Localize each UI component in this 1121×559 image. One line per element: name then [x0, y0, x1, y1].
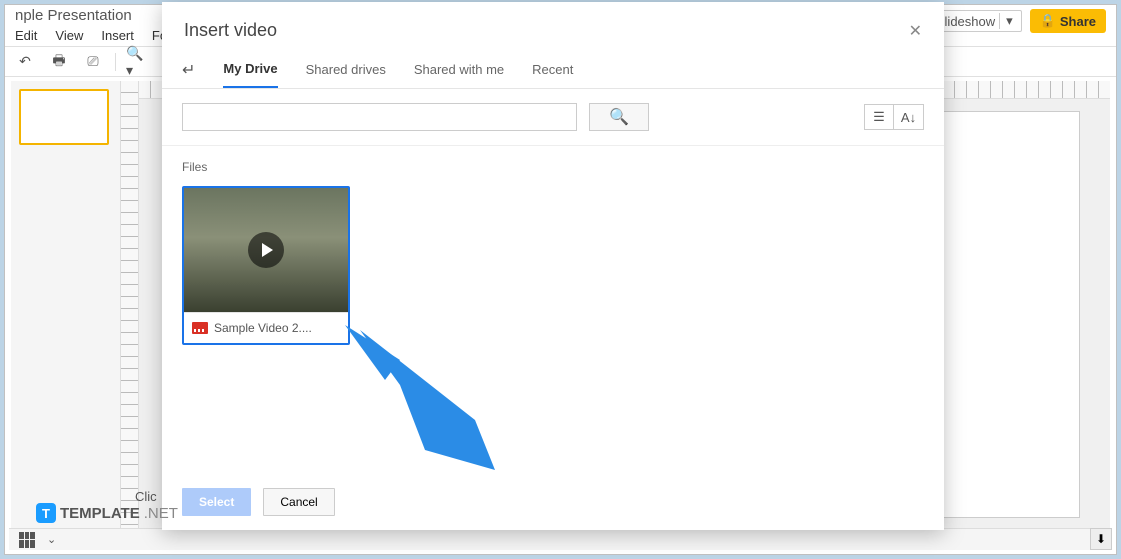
modal-searchbar: 🔍 ☰ A↓	[162, 89, 944, 146]
share-label: Share	[1060, 14, 1096, 29]
chevron-down-icon[interactable]: ⌄	[47, 533, 56, 546]
tab-shared-drives[interactable]: Shared drives	[306, 52, 386, 87]
ruler-vertical	[121, 81, 139, 548]
close-icon[interactable]: ✕	[909, 21, 922, 41]
paint-icon[interactable]: ⎚	[81, 50, 105, 74]
menu-insert[interactable]: Insert	[101, 28, 134, 43]
watermark-brand: TEMPLATE	[60, 505, 140, 522]
view-toggle: ☰ A↓	[864, 104, 924, 130]
watermark: T TEMPLATE.NET	[36, 503, 178, 523]
zoom-icon[interactable]: 🔍 ▾	[126, 50, 150, 74]
slide-panel	[11, 81, 121, 548]
undo-icon[interactable]: ↶	[13, 50, 37, 74]
slideshow-label: Slideshow	[936, 14, 995, 29]
back-arrow-icon[interactable]: ↵	[182, 60, 195, 80]
click-hint: Clic	[135, 489, 157, 504]
watermark-icon: T	[36, 503, 56, 523]
tab-recent[interactable]: Recent	[532, 52, 573, 87]
watermark-net: .NET	[144, 505, 178, 522]
sort-icon[interactable]: A↓	[894, 104, 924, 130]
list-view-icon[interactable]: ☰	[864, 104, 894, 130]
menu-view[interactable]: View	[55, 28, 83, 43]
share-button[interactable]: 🔒 Share	[1030, 9, 1106, 33]
slide-thumbnail[interactable]	[19, 89, 109, 145]
tab-shared-with-me[interactable]: Shared with me	[414, 52, 504, 87]
cancel-button[interactable]: Cancel	[263, 488, 334, 516]
doc-title: nple Presentation	[15, 7, 132, 24]
tab-my-drive[interactable]: My Drive	[223, 51, 277, 88]
separator	[115, 53, 116, 71]
search-icon: 🔍	[609, 107, 629, 127]
file-name: Sample Video 2....	[214, 321, 312, 335]
search-button[interactable]: 🔍	[589, 103, 649, 131]
file-footer: Sample Video 2....	[184, 312, 348, 343]
bottom-bar: ⌄	[9, 528, 1112, 550]
modal-footer: Select Cancel	[162, 473, 944, 530]
select-button[interactable]: Select	[182, 488, 251, 516]
modal-tabs: ↵ My Drive Shared drives Shared with me …	[162, 51, 944, 89]
print-icon[interactable]: 🖶	[47, 50, 71, 74]
file-thumbnail	[184, 188, 348, 312]
video-file-icon	[192, 322, 208, 334]
modal-title-text: Insert video	[184, 20, 277, 41]
insert-video-modal: Insert video ✕ ↵ My Drive Shared drives …	[162, 2, 944, 530]
files-heading: Files	[182, 160, 924, 174]
menu-edit[interactable]: Edit	[15, 28, 37, 43]
play-icon	[248, 232, 284, 268]
download-corner-icon[interactable]: ⬇	[1090, 528, 1112, 550]
file-card[interactable]: Sample Video 2....	[182, 186, 350, 345]
lock-icon: 🔒	[1040, 13, 1056, 29]
modal-header: Insert video ✕	[162, 2, 944, 51]
grid-view-icon[interactable]	[19, 532, 35, 548]
chevron-down-icon: ▾	[999, 13, 1013, 29]
modal-body: Files Sample Video 2....	[162, 146, 944, 473]
search-input[interactable]	[182, 103, 577, 131]
